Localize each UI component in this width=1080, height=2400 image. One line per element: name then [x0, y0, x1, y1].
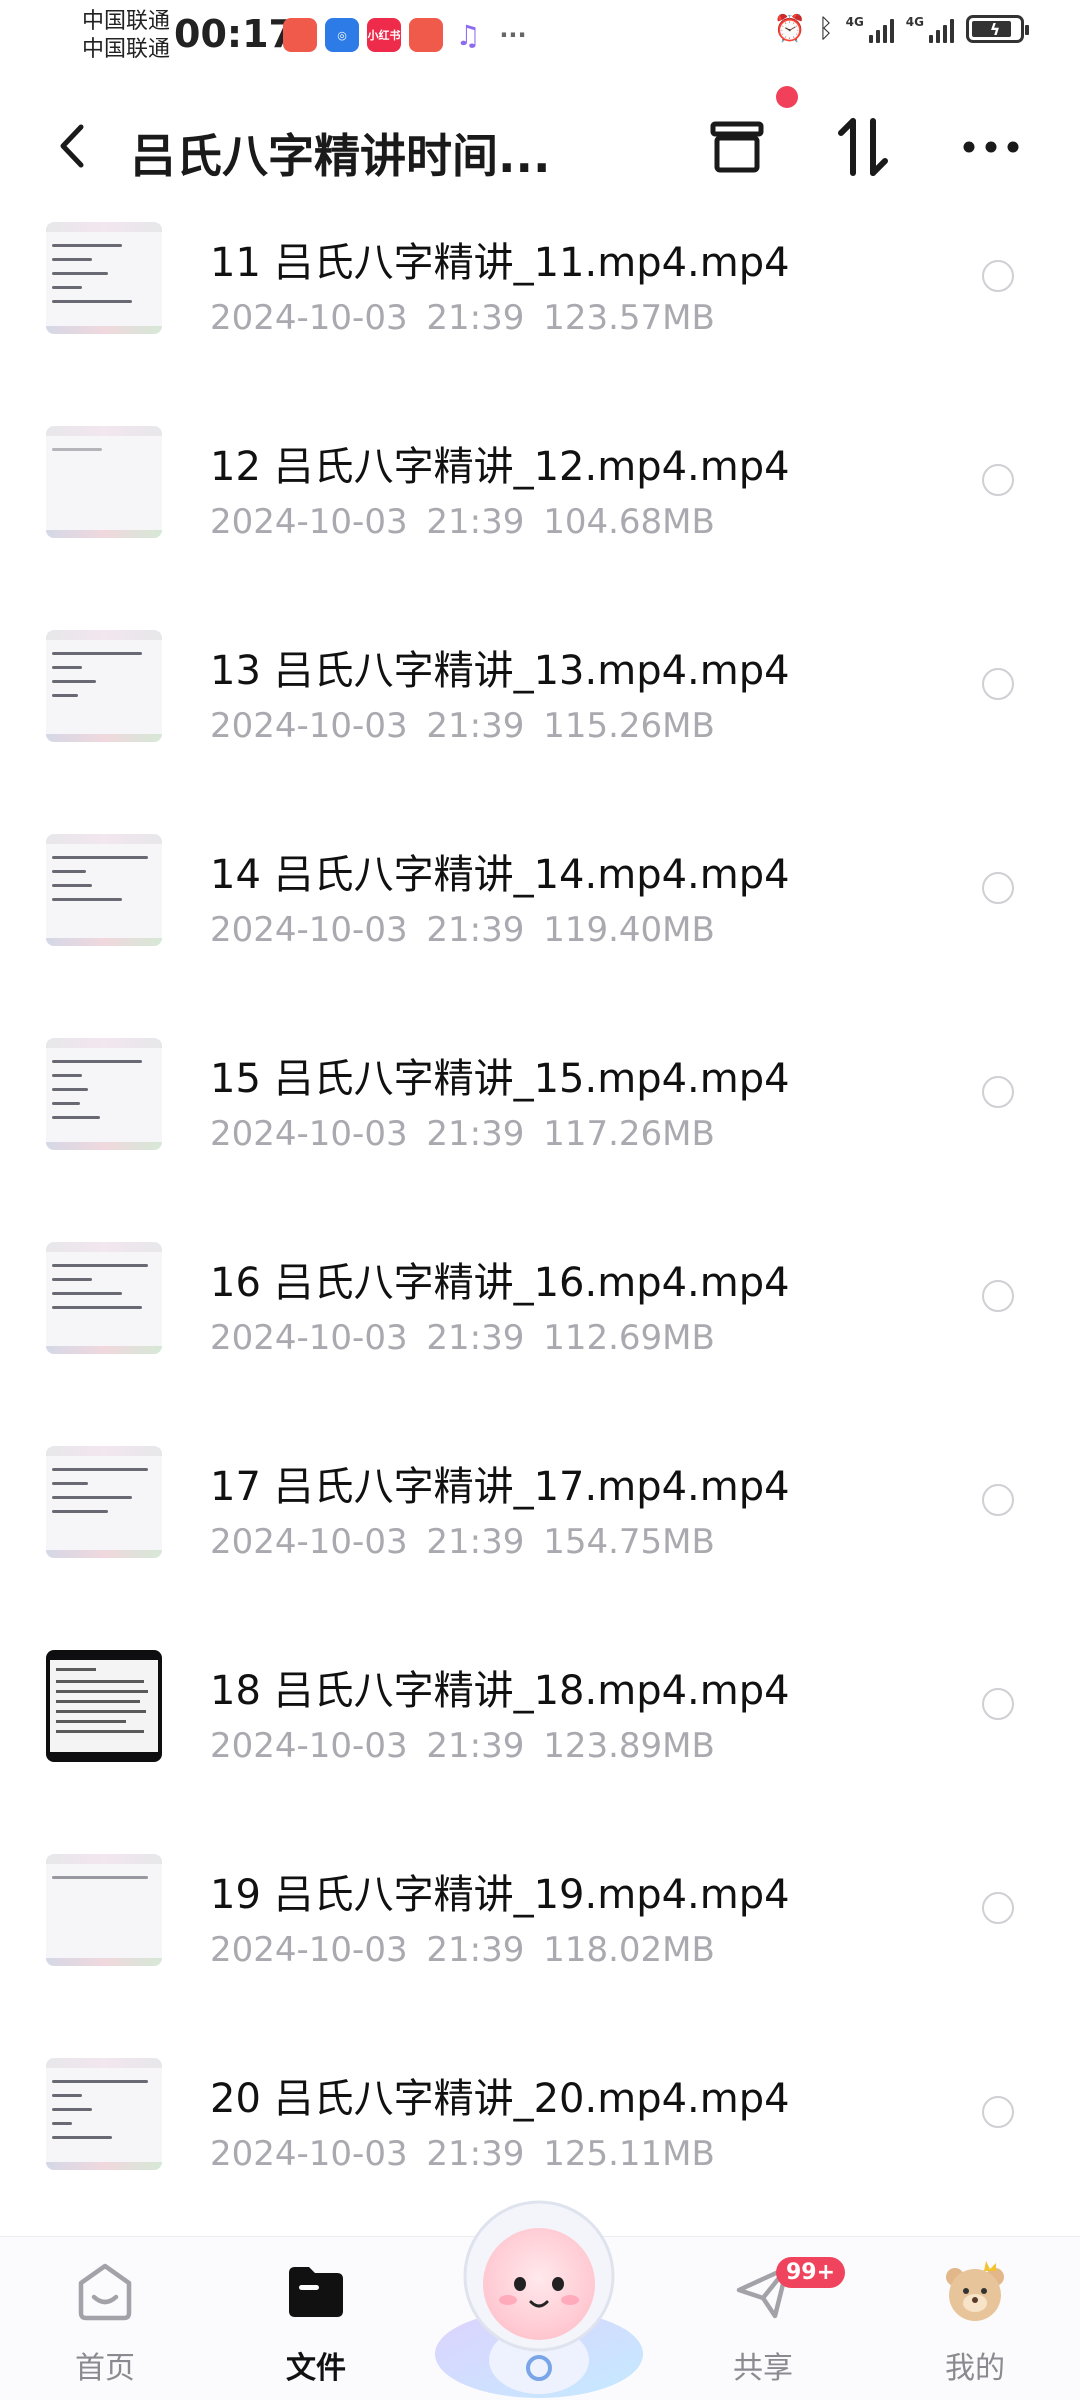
home-icon	[70, 2257, 140, 2327]
file-row[interactable]: 16 吕氏八字精讲_16.mp4.mp4 2024-10-03 21:39 11…	[0, 1232, 1080, 1436]
file-name: 12 吕氏八字精讲_12.mp4.mp4	[210, 444, 790, 490]
file-name: 17 吕氏八字精讲_17.mp4.mp4	[210, 1464, 790, 1510]
file-row[interactable]: 12 吕氏八字精讲_12.mp4.mp4 2024-10-03 21:39 10…	[0, 416, 1080, 620]
nav-files[interactable]: 文件	[241, 2257, 391, 2397]
file-name: 15 吕氏八字精讲_15.mp4.mp4	[210, 1056, 790, 1102]
file-row[interactable]: 15 吕氏八字精讲_15.mp4.mp4 2024-10-03 21:39 11…	[0, 1028, 1080, 1232]
video-thumbnail	[46, 1242, 162, 1354]
ai-assistant-mascot-button[interactable]	[428, 2184, 650, 2400]
file-meta: 2024-10-03 21:39 123.57MB	[210, 298, 715, 338]
nav-share-label: 共享	[733, 2351, 793, 2386]
file-meta: 2024-10-03 21:39 104.68MB	[210, 502, 715, 542]
notification-icons: ◎ 小红书 ♫ ···	[283, 18, 533, 52]
select-radio[interactable]	[982, 2096, 1014, 2128]
chevron-left-icon	[60, 124, 84, 168]
select-radio[interactable]	[982, 872, 1014, 904]
xiaohongshu-icon: 小红书	[367, 18, 401, 52]
carrier-1: 中国联通	[82, 9, 171, 34]
file-meta: 2024-10-03 21:39 112.69MB	[210, 1318, 715, 1358]
video-thumbnail	[46, 630, 162, 742]
carrier-labels: 中国联通 中国联通	[82, 8, 170, 64]
file-name: 11 吕氏八字精讲_11.mp4.mp4	[210, 240, 790, 286]
bear-avatar-icon	[940, 2257, 1010, 2327]
music-icon: ♫	[455, 18, 481, 52]
select-radio[interactable]	[982, 1892, 1014, 1924]
more-dots-icon	[963, 141, 1019, 153]
select-radio[interactable]	[982, 1076, 1014, 1108]
status-bar: 中国联通 中国联通 00:17 ◎ 小红书 ♫ ··· ⏰ ᛒ 4G 4G ϟ	[0, 0, 1080, 72]
file-meta: 2024-10-03 21:39 115.26MB	[210, 706, 715, 746]
app-notification-icon	[283, 18, 317, 52]
signal-icon: 4G	[906, 15, 954, 43]
file-meta: 2024-10-03 21:39 123.89MB	[210, 1726, 715, 1766]
app-notification-icon	[409, 18, 443, 52]
more-options-button[interactable]	[956, 112, 1026, 182]
nav-home-label: 首页	[75, 2351, 135, 2386]
carrier-2: 中国联通	[82, 37, 171, 62]
video-thumbnail	[46, 1854, 162, 1966]
video-thumbnail	[46, 1038, 162, 1150]
sort-arrows-icon	[838, 118, 888, 176]
select-radio[interactable]	[982, 260, 1014, 292]
file-name: 19 吕氏八字精讲_19.mp4.mp4	[210, 1872, 790, 1918]
archive-box-icon	[710, 121, 764, 173]
select-radio[interactable]	[982, 668, 1014, 700]
file-row[interactable]: 19 吕氏八字精讲_19.mp4.mp4 2024-10-03 21:39 11…	[0, 1844, 1080, 2048]
file-name: 18 吕氏八字精讲_18.mp4.mp4	[210, 1668, 790, 1714]
video-thumbnail	[46, 426, 162, 538]
back-button[interactable]	[48, 116, 96, 176]
page-title: 吕氏八字精讲时间...	[130, 129, 551, 183]
sort-button[interactable]	[828, 112, 898, 182]
nav-home[interactable]: 首页	[30, 2257, 180, 2397]
file-name: 13 吕氏八字精讲_13.mp4.mp4	[210, 648, 790, 694]
nav-mine-label: 我的	[945, 2351, 1005, 2386]
file-row[interactable]: 17 吕氏八字精讲_17.mp4.mp4 2024-10-03 21:39 15…	[0, 1436, 1080, 1640]
video-thumbnail	[46, 834, 162, 946]
select-radio[interactable]	[982, 464, 1014, 496]
video-thumbnail	[46, 2058, 162, 2170]
more-notifications-icon: ···	[499, 21, 527, 49]
file-meta: 2024-10-03 21:39 125.11MB	[210, 2134, 715, 2174]
signal-icon: 4G	[846, 15, 894, 43]
nav-files-label: 文件	[286, 2351, 346, 2386]
file-name: 20 吕氏八字精讲_20.mp4.mp4	[210, 2076, 790, 2122]
video-thumbnail	[46, 1650, 162, 1762]
select-radio[interactable]	[982, 1280, 1014, 1312]
file-meta: 2024-10-03 21:39 119.40MB	[210, 910, 715, 950]
video-thumbnail	[46, 222, 162, 334]
bluetooth-icon: ᛒ	[817, 14, 834, 44]
nav-share[interactable]: 99+ 共享	[688, 2257, 846, 2397]
archive-button[interactable]	[702, 112, 772, 182]
file-row[interactable]: 18 吕氏八字精讲_18.mp4.mp4 2024-10-03 21:39 12…	[0, 1640, 1080, 1844]
select-radio[interactable]	[982, 1484, 1014, 1516]
video-thumbnail	[46, 1446, 162, 1558]
nav-mine[interactable]: 我的	[900, 2257, 1050, 2397]
astronaut-mascot-icon	[435, 2200, 643, 2398]
select-radio[interactable]	[982, 1688, 1014, 1720]
status-time: 00:17	[174, 12, 295, 56]
share-badge: 99+	[776, 2257, 846, 2288]
system-status: ⏰ ᛒ 4G 4G ϟ	[773, 14, 1029, 44]
app-notification-icon: ◎	[325, 18, 359, 52]
file-meta: 2024-10-03 21:39 154.75MB	[210, 1522, 715, 1562]
file-row[interactable]: 14 吕氏八字精讲_14.mp4.mp4 2024-10-03 21:39 11…	[0, 824, 1080, 1028]
file-name: 14 吕氏八字精讲_14.mp4.mp4	[210, 852, 790, 898]
file-row[interactable]: 13 吕氏八字精讲_13.mp4.mp4 2024-10-03 21:39 11…	[0, 620, 1080, 824]
file-meta: 2024-10-03 21:39 118.02MB	[210, 1930, 715, 1970]
battery-icon: ϟ	[966, 15, 1029, 43]
alarm-icon: ⏰	[773, 14, 806, 44]
file-row[interactable]: 11 吕氏八字精讲_11.mp4.mp4 2024-10-03 21:39 12…	[0, 212, 1080, 416]
top-bar: 吕氏八字精讲时间...	[0, 96, 1080, 196]
file-meta: 2024-10-03 21:39 117.26MB	[210, 1114, 715, 1154]
folder-icon	[281, 2257, 351, 2327]
file-name: 16 吕氏八字精讲_16.mp4.mp4	[210, 1260, 790, 1306]
notification-dot	[776, 86, 798, 108]
